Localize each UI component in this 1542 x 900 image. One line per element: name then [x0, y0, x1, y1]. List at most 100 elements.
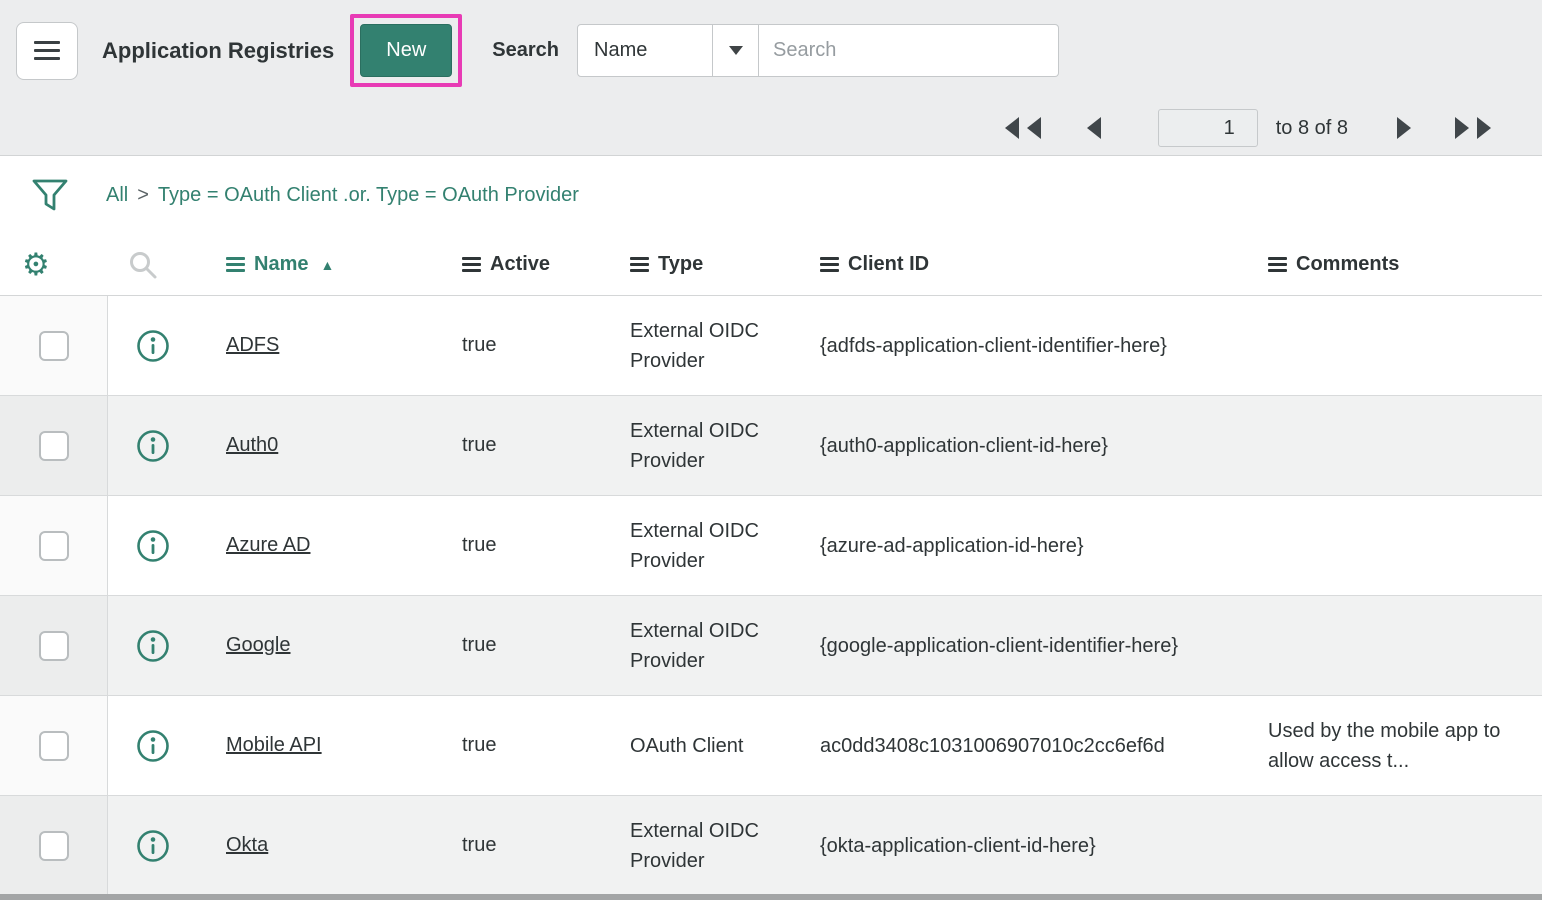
search-label: Search [492, 39, 559, 62]
comments-cell [1268, 596, 1542, 695]
column-header-name[interactable]: Name ▲ [226, 234, 462, 295]
column-header-client-id[interactable]: Client ID [820, 234, 1268, 295]
row-checkbox[interactable] [39, 531, 69, 561]
column-header-comments[interactable]: Comments [1268, 234, 1542, 295]
column-search-cell [108, 234, 226, 295]
table-row: ADFS true External OIDC Provider {adfds-… [0, 296, 1542, 396]
application-registries-table: ⚙ Name ▲ Active Type Client ID [0, 234, 1542, 896]
table-row: Mobile API true OAuth Client ac0dd3408c1… [0, 696, 1542, 796]
personalize-cell: ⚙ [0, 234, 108, 295]
row-checkbox[interactable] [39, 831, 69, 861]
comments-cell [1268, 496, 1542, 595]
info-icon[interactable] [136, 629, 170, 663]
record-link[interactable]: Mobile API [226, 734, 322, 757]
column-header-label: Client ID [848, 253, 929, 276]
client-id-cell: ac0dd3408c1031006907010c2cc6ef6d [820, 696, 1268, 795]
info-icon[interactable] [136, 329, 170, 363]
new-button[interactable]: New [360, 24, 452, 77]
record-link[interactable]: Okta [226, 834, 268, 857]
previous-page-button[interactable] [1082, 115, 1106, 141]
type-cell: External OIDC Provider [630, 796, 820, 895]
info-icon[interactable] [136, 529, 170, 563]
search-column-select[interactable]: Name [577, 24, 759, 77]
comments-cell [1268, 396, 1542, 495]
row-select-cell [0, 796, 108, 895]
row-preview-cell [108, 396, 226, 495]
last-page-button[interactable] [1452, 115, 1498, 141]
list-header: Application Registries New Search Name t… [0, 0, 1542, 156]
row-preview-cell [108, 696, 226, 795]
viewport-bottom-edge [0, 894, 1542, 900]
sort-asc-icon: ▲ [320, 257, 334, 273]
row-select-cell [0, 396, 108, 495]
row-checkbox[interactable] [39, 731, 69, 761]
info-icon[interactable] [136, 829, 170, 863]
breadcrumb-filter-link[interactable]: Type = OAuth Client .or. Type = OAuth Pr… [158, 184, 579, 206]
row-select-cell [0, 296, 108, 395]
table-row: Azure AD true External OIDC Provider {az… [0, 496, 1542, 596]
comments-cell [1268, 296, 1542, 395]
client-id-cell: {azure-ad-application-id-here} [820, 496, 1268, 595]
right-arrow-icon [1392, 115, 1416, 141]
record-link[interactable]: Azure AD [226, 534, 310, 557]
name-cell: Azure AD [226, 496, 462, 595]
chevron-down-icon [712, 25, 758, 76]
column-menu-icon [462, 257, 481, 272]
table-body: ADFS true External OIDC Provider {adfds-… [0, 296, 1542, 896]
active-cell: true [462, 596, 630, 695]
name-cell: ADFS [226, 296, 462, 395]
table-row: Auth0 true External OIDC Provider {auth0… [0, 396, 1542, 496]
first-page-button[interactable] [998, 115, 1044, 141]
record-link[interactable]: Auth0 [226, 434, 278, 457]
table-header-row: ⚙ Name ▲ Active Type Client ID [0, 234, 1542, 296]
client-id-cell: {auth0-application-client-id-here} [820, 396, 1268, 495]
search-bar: Name [577, 24, 1059, 77]
column-header-label: Comments [1296, 253, 1399, 276]
row-preview-cell [108, 496, 226, 595]
page-number-input[interactable] [1158, 109, 1258, 147]
row-checkbox[interactable] [39, 431, 69, 461]
column-menu-icon [630, 257, 649, 272]
active-cell: true [462, 496, 630, 595]
client-id-cell: {adfds-application-client-identifier-her… [820, 296, 1268, 395]
client-id-cell: {google-application-client-identifier-he… [820, 596, 1268, 695]
next-page-button[interactable] [1392, 115, 1416, 141]
row-select-cell [0, 596, 108, 695]
client-id-cell: {okta-application-client-id-here} [820, 796, 1268, 895]
hamburger-menu-button[interactable] [16, 22, 78, 80]
filter-breadcrumb-row: All > Type = OAuth Client .or. Type = OAut… [0, 156, 1542, 234]
record-link[interactable]: Google [226, 634, 291, 657]
name-cell: Auth0 [226, 396, 462, 495]
type-cell: External OIDC Provider [630, 296, 820, 395]
comments-cell: Used by the mobile app to allow access t… [1268, 696, 1542, 795]
breadcrumb-separator: > [137, 184, 149, 206]
column-header-type[interactable]: Type [630, 234, 820, 295]
active-cell: true [462, 296, 630, 395]
page-title: Application Registries [102, 38, 334, 64]
breadcrumb: All > Type = OAuth Client .or. Type = OAut… [106, 184, 579, 207]
active-cell: true [462, 396, 630, 495]
active-cell: true [462, 796, 630, 895]
pagination-range-label: to 8 of 8 [1276, 117, 1348, 140]
table-row: Google true External OIDC Provider {goog… [0, 596, 1542, 696]
row-select-cell [0, 496, 108, 595]
info-icon[interactable] [136, 729, 170, 763]
record-link[interactable]: ADFS [226, 334, 279, 357]
column-menu-icon [226, 257, 245, 272]
row-checkbox[interactable] [39, 631, 69, 661]
breadcrumb-all-link[interactable]: All [106, 184, 128, 206]
new-button-highlight: New [350, 14, 462, 87]
filter-funnel-icon[interactable] [30, 177, 70, 213]
search-icon[interactable] [128, 250, 158, 280]
type-cell: External OIDC Provider [630, 396, 820, 495]
type-cell: External OIDC Provider [630, 496, 820, 595]
row-preview-cell [108, 296, 226, 395]
column-header-label: Active [490, 253, 550, 276]
search-input[interactable] [759, 24, 1059, 77]
gear-icon[interactable]: ⚙ [22, 249, 50, 280]
row-checkbox[interactable] [39, 331, 69, 361]
row-select-cell [0, 696, 108, 795]
column-header-active[interactable]: Active [462, 234, 630, 295]
type-cell: External OIDC Provider [630, 596, 820, 695]
info-icon[interactable] [136, 429, 170, 463]
